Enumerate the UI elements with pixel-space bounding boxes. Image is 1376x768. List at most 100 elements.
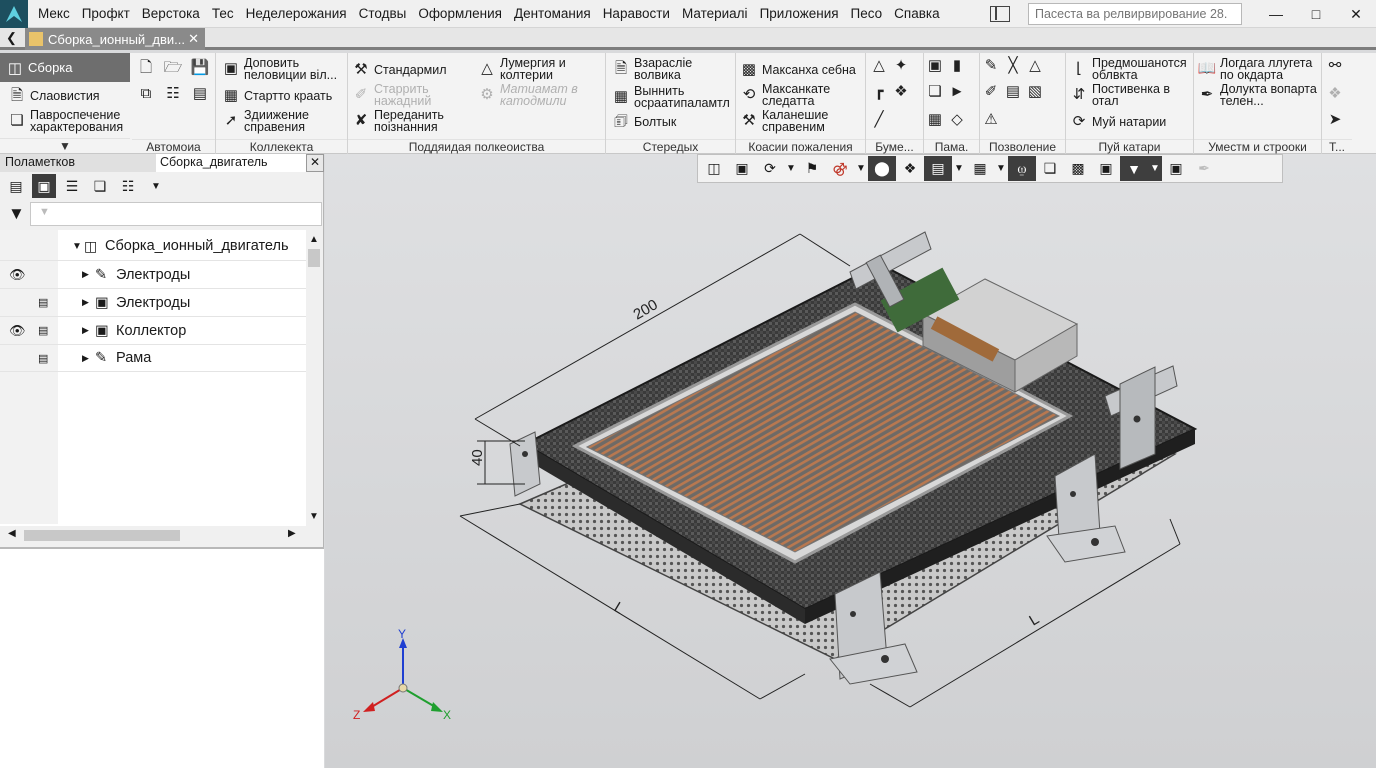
group-stered: 🗎 Взарасліе волвика ▦ Выннить осраатипалам… <box>606 53 736 154</box>
menu-dento[interactable]: Дентомания <box>508 6 597 21</box>
eye-icon[interactable]: 👁 <box>9 323 26 339</box>
expand-down-icon[interactable]: ▼ <box>72 241 82 252</box>
sphere-icon[interactable]: ❖ <box>1326 85 1348 103</box>
menu-material[interactable]: Материалі <box>676 6 754 21</box>
ribbon-button-measure[interactable]: △ Лумергия и колтерии <box>478 57 600 82</box>
ribbon-button-execute[interactable]: ▦ Выннить осраатипаламтл <box>612 85 734 110</box>
ribbon-button-kalan[interactable]: ⚒ Каланешие справеним <box>740 109 862 134</box>
tab-parameters[interactable]: Поламетков <box>0 154 156 172</box>
tree-structure-icon[interactable]: ▤ <box>4 174 28 198</box>
ribbon-button-add[interactable]: ▣ Доповить пеловиции віл... <box>222 57 344 82</box>
open-icon[interactable]: 🗁 <box>164 59 186 77</box>
menu-nedel[interactable]: Неделерожания <box>240 6 353 21</box>
app-logo[interactable] <box>0 0 28 28</box>
menu-narav[interactable]: Наравости <box>597 6 676 21</box>
ribbon-button-muy[interactable]: ⟳ Муй натарии <box>1070 113 1167 131</box>
ribbon-button-move[interactable]: ➚ Здиижение справения <box>222 109 344 134</box>
bracket-icon: ⌊ <box>1076 60 1082 77</box>
tree-horizontal-scrollbar[interactable]: ◀ ▶ <box>0 526 306 544</box>
expand-right-icon[interactable]: ▶ <box>82 297 89 308</box>
expand-right-icon[interactable]: ▶ <box>82 353 89 364</box>
tab-close-icon[interactable]: ✕ <box>188 31 199 47</box>
part-icon[interactable]: ▣ ▮ <box>926 57 970 75</box>
shape-icon[interactable]: △ ✦ <box>870 57 914 75</box>
tree-hierarchy-icon[interactable]: ☷ <box>116 174 140 198</box>
cube-icon[interactable]: ❏ ► <box>926 83 970 101</box>
filter-icon[interactable]: ▼ <box>8 204 25 224</box>
tree-copy-icon[interactable]: ❏ <box>88 174 112 198</box>
tree-folder-icon[interactable]: ▣ <box>32 174 56 198</box>
scroll-right-icon[interactable]: ▶ <box>288 528 296 539</box>
stamp-icon[interactable]: ✐ ▤ ▧ <box>982 83 1048 101</box>
tree-item[interactable]: 👁 ▶ ✎ Электроды <box>0 260 306 288</box>
tree-dropdown-icon[interactable]: ▼ <box>144 174 168 198</box>
ribbon-left-item-2[interactable]: ❏ Павроспечение характерования <box>8 109 145 134</box>
menu-profile[interactable]: Профкт <box>76 6 136 21</box>
ribbon-button-max2[interactable]: ⟲ Максанкате следатта <box>740 83 862 108</box>
tab-back-icon[interactable]: ❮ <box>6 30 17 46</box>
panel-close-icon[interactable]: ✕ <box>306 154 324 172</box>
menu-help[interactable]: Спавка <box>888 6 945 21</box>
axis-icon[interactable]: ┏ ❖ <box>870 83 914 101</box>
ribbon-button-log[interactable]: 📖 Логдага ллугета по окдарта <box>1198 57 1320 82</box>
hscroll-thumb[interactable] <box>24 530 180 541</box>
scroll-left-icon[interactable]: ◀ <box>8 528 16 539</box>
menu-stodvy[interactable]: Стодвы <box>353 6 413 21</box>
expand-right-icon[interactable]: ▶ <box>82 325 89 336</box>
menu-apps[interactable]: Приложения <box>754 6 845 21</box>
tree-vertical-scrollbar[interactable]: ▲ ▼ <box>306 230 322 526</box>
copy-icon[interactable]: ⧉ <box>137 85 159 103</box>
expand-right-icon[interactable]: ▶ <box>82 269 89 280</box>
menu-file[interactable]: Мекс <box>32 6 76 21</box>
scroll-thumb[interactable] <box>308 249 320 267</box>
ribbon-left-item-1[interactable]: 🗎 Слаовистия <box>8 87 100 105</box>
save-icon[interactable]: 💾 <box>191 59 213 77</box>
warning-icon[interactable]: ⚠ <box>982 111 1004 129</box>
list-icon[interactable]: ▤ <box>191 85 213 103</box>
eye-icon[interactable]: 👁 <box>9 267 26 283</box>
axis-label-z: Z <box>353 708 360 722</box>
ribbon-button-bolt[interactable]: 🗊 Болтык <box>612 113 676 131</box>
assembly-tree: ▼ ◫ Сборка_ионный_двигатель 👁 ▶ ✎ Электр… <box>0 230 306 526</box>
plane-icon[interactable]: ➤ <box>1326 111 1348 129</box>
3d-viewport[interactable]: ◫ ▣ ⟳ ▼ ⚑ ⚣ ▼ ⬤ ❖ ▤ ▼ ▦ ▼ ⍹ ❏ ▩ ▣ ▼ ▼ ▣ … <box>325 154 1376 768</box>
grid-icon[interactable]: ▦ ◇ <box>926 111 970 129</box>
tree-root[interactable]: ▼ ◫ Сборка_ионный_двигатель <box>0 232 306 260</box>
menu-peso[interactable]: Песо <box>845 6 889 21</box>
model-drawing[interactable]: 200 40 L L Y X Z <box>325 154 1376 768</box>
ribbon-button-post[interactable]: ⇵ Постивенка в отал <box>1070 83 1192 108</box>
minimize-icon[interactable]: — <box>1256 0 1296 28</box>
tree-item[interactable]: ▤ ▶ ▣ Электроды <box>0 288 306 316</box>
maximize-icon[interactable]: □ <box>1296 0 1336 28</box>
ribbon-button-max1[interactable]: ▩ Максанха себна <box>740 61 856 79</box>
ribbon-button-dol[interactable]: ✒ Долукта вопарта телен... <box>1198 83 1320 108</box>
ribbon-button-transfer[interactable]: ✘ Переданить поізнанния <box>352 109 464 134</box>
ribbon-button-start[interactable]: ▦ Стартто краать <box>222 87 332 105</box>
link-icon[interactable]: ⚯ <box>1326 57 1348 75</box>
tree-filter-input[interactable]: ▼ <box>30 202 322 226</box>
edit-icon[interactable]: ✎ ╳ △ <box>982 57 1048 75</box>
button-label: Старрить нажадний <box>374 82 432 108</box>
line-icon[interactable]: ╱ <box>870 111 892 129</box>
ribbon-button-standard[interactable]: ⚒ Стандармил <box>352 61 446 79</box>
tree-list-icon[interactable]: ☰ <box>60 174 84 198</box>
scroll-down-icon[interactable]: ▼ <box>309 511 319 522</box>
menu-layout[interactable]: Верстока <box>136 6 206 21</box>
document-tab[interactable]: Сборка_ионный_дви... ✕ <box>25 28 205 50</box>
panel-layout-icon[interactable] <box>990 6 1010 22</box>
ribbon-button-pred[interactable]: ⌊ Предмошанотся облвкта <box>1070 57 1192 82</box>
close-icon[interactable]: ✕ <box>1336 0 1376 28</box>
tab-assembly-tree[interactable]: Сборка_двигатель <box>156 154 306 172</box>
tree-item[interactable]: 👁 ▤ ▶ ▣ Коллектор <box>0 316 306 344</box>
scroll-up-icon[interactable]: ▲ <box>306 234 322 245</box>
new-icon[interactable]: 🗋 <box>137 59 159 77</box>
search-input[interactable] <box>1028 3 1242 25</box>
ribbon-button-grow[interactable]: 🗎 Взарасліе волвика <box>612 57 734 82</box>
ribbon-left-pin[interactable]: ▼ <box>0 138 130 153</box>
menu-tes[interactable]: Тес <box>206 6 240 21</box>
ribbon-tab-assembly[interactable]: ◫ Сборка <box>0 53 130 82</box>
window-icon: ❏ <box>10 112 24 129</box>
hierarchy-icon[interactable]: ☷ <box>164 85 186 103</box>
tree-item[interactable]: ▤ ▶ ✎ Рама <box>0 344 306 372</box>
menu-format[interactable]: Оформления <box>412 6 508 21</box>
